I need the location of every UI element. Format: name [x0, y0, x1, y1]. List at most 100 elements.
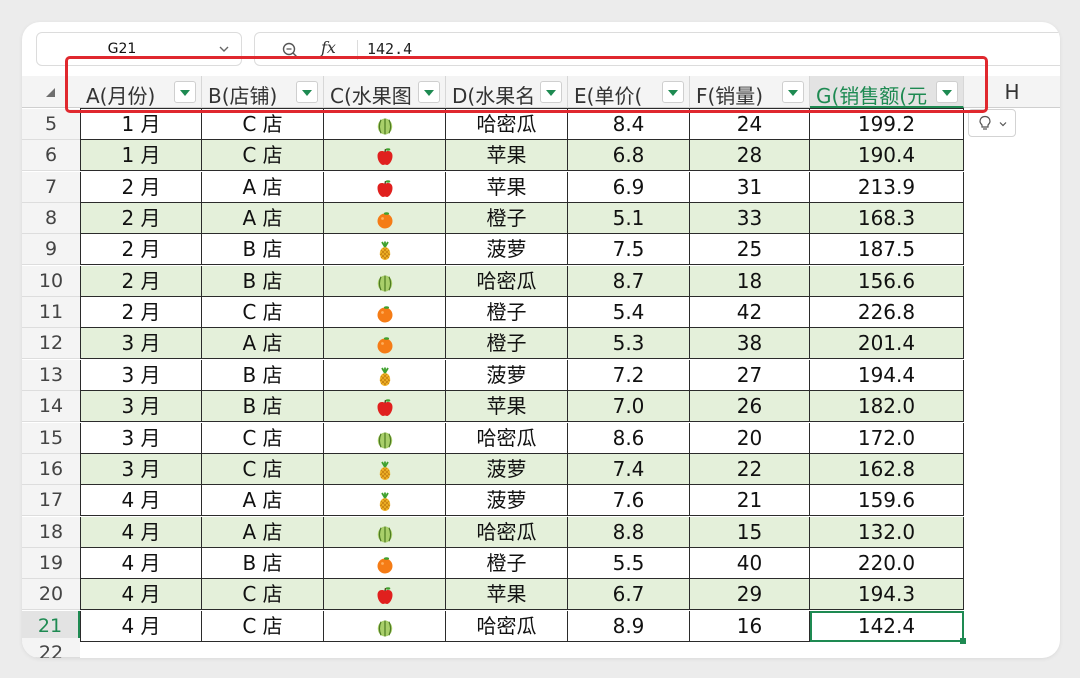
cell-fruit-name[interactable]: 菠萝 — [446, 360, 568, 391]
cell-unit-price[interactable]: 8.6 — [568, 423, 690, 454]
cell-fruit-name[interactable]: 苹果 — [446, 579, 568, 610]
cell-month[interactable]: 1 月 — [80, 140, 202, 171]
cell-sales[interactable]: 168.3 — [810, 203, 964, 234]
cell-month[interactable]: 4 月 — [80, 611, 202, 642]
chevron-down-icon[interactable] — [217, 42, 231, 56]
cell-month[interactable]: 4 月 — [80, 485, 202, 516]
row-header[interactable]: 14 — [22, 391, 80, 422]
cell-sales[interactable]: 182.0 — [810, 391, 964, 422]
cell-store[interactable]: B 店 — [202, 548, 324, 579]
cell-fruit-name[interactable]: 苹果 — [446, 172, 568, 203]
cell-fruit-name[interactable]: 哈密瓜 — [446, 266, 568, 297]
cell-unit-price[interactable]: 7.6 — [568, 485, 690, 516]
cell-store[interactable]: A 店 — [202, 172, 324, 203]
cell-fruit-name[interactable]: 橙子 — [446, 203, 568, 234]
cell-unit-price[interactable]: 7.4 — [568, 454, 690, 485]
cell-unit-price[interactable]: 6.8 — [568, 140, 690, 171]
cell-fruit-name[interactable]: 苹果 — [446, 391, 568, 422]
cell-month[interactable]: 4 月 — [80, 548, 202, 579]
column-header-g[interactable]: G(销售额(元 — [810, 76, 964, 108]
cell-sales[interactable]: 156.6 — [810, 266, 964, 297]
cell-store[interactable]: A 店 — [202, 328, 324, 359]
cell-fruit-image[interactable] — [324, 172, 446, 203]
row-header[interactable]: 6 — [22, 140, 80, 171]
cell-fruit-name[interactable]: 哈密瓜 — [446, 611, 568, 642]
cell-quantity[interactable]: 28 — [690, 140, 810, 171]
cell-month[interactable]: 2 月 — [80, 266, 202, 297]
fill-handle[interactable] — [960, 638, 966, 644]
quick-action-button[interactable] — [968, 109, 1016, 137]
cell-fruit-name[interactable]: 橙子 — [446, 548, 568, 579]
cell-month[interactable]: 3 月 — [80, 391, 202, 422]
cell-quantity[interactable]: 31 — [690, 172, 810, 203]
filter-dropdown-icon[interactable] — [662, 81, 684, 103]
cell-fruit-image[interactable] — [324, 203, 446, 234]
cell-month[interactable]: 4 月 — [80, 517, 202, 548]
filter-dropdown-icon[interactable] — [540, 81, 562, 103]
row-header[interactable]: 18 — [22, 517, 80, 548]
column-header-b[interactable]: B(店铺) — [202, 76, 324, 108]
cell-quantity[interactable]: 16 — [690, 611, 810, 642]
cell-sales[interactable]: 187.5 — [810, 234, 964, 265]
cell-store[interactable]: B 店 — [202, 360, 324, 391]
row-header[interactable]: 8 — [22, 203, 80, 234]
cell-sales[interactable]: 194.4 — [810, 360, 964, 391]
cell-month[interactable]: 2 月 — [80, 234, 202, 265]
column-header-e[interactable]: E(单价( — [568, 76, 690, 108]
cell-unit-price[interactable]: 8.7 — [568, 266, 690, 297]
cell-fruit-name[interactable]: 哈密瓜 — [446, 109, 568, 140]
cell-store[interactable]: B 店 — [202, 234, 324, 265]
column-header-a[interactable]: A(月份) — [80, 76, 202, 108]
row-header[interactable]: 22 — [22, 638, 80, 658]
cell-store[interactable]: C 店 — [202, 140, 324, 171]
cell-quantity[interactable]: 38 — [690, 328, 810, 359]
cell-sales[interactable]: 132.0 — [810, 517, 964, 548]
cell-sales[interactable]: 199.2 — [810, 109, 964, 140]
cell-fruit-image[interactable] — [324, 423, 446, 454]
row-header[interactable]: 11 — [22, 297, 80, 328]
cell-fruit-image[interactable] — [324, 266, 446, 297]
cell-unit-price[interactable]: 8.9 — [568, 611, 690, 642]
cell-fruit-image[interactable] — [324, 109, 446, 140]
filter-dropdown-icon[interactable] — [936, 81, 958, 103]
cell-month[interactable]: 2 月 — [80, 297, 202, 328]
cell-fruit-name[interactable]: 橙子 — [446, 297, 568, 328]
cell-quantity[interactable]: 18 — [690, 266, 810, 297]
cell-store[interactable]: C 店 — [202, 454, 324, 485]
cell-fruit-image[interactable] — [324, 140, 446, 171]
cell-unit-price[interactable]: 6.7 — [568, 579, 690, 610]
cell-unit-price[interactable]: 6.9 — [568, 172, 690, 203]
cell-unit-price[interactable]: 7.0 — [568, 391, 690, 422]
cell-store[interactable]: A 店 — [202, 517, 324, 548]
cell-month[interactable]: 3 月 — [80, 454, 202, 485]
filter-dropdown-icon[interactable] — [296, 81, 318, 103]
cell-store[interactable]: C 店 — [202, 109, 324, 140]
row-header[interactable]: 20 — [22, 579, 80, 610]
cell-fruit-image[interactable] — [324, 328, 446, 359]
cell-fruit-name[interactable]: 菠萝 — [446, 234, 568, 265]
cell-unit-price[interactable]: 5.3 — [568, 328, 690, 359]
cell-month[interactable]: 2 月 — [80, 172, 202, 203]
cell-sales[interactable]: 226.8 — [810, 297, 964, 328]
cell-sales[interactable]: 194.3 — [810, 579, 964, 610]
cell-fruit-image[interactable] — [324, 579, 446, 610]
select-all-corner[interactable] — [22, 76, 80, 108]
cell-sales[interactable]: 220.0 — [810, 548, 964, 579]
cell-month[interactable]: 2 月 — [80, 203, 202, 234]
cell-unit-price[interactable]: 8.4 — [568, 109, 690, 140]
cell-quantity[interactable]: 29 — [690, 579, 810, 610]
cell-fruit-name[interactable]: 哈密瓜 — [446, 423, 568, 454]
cell-quantity[interactable]: 25 — [690, 234, 810, 265]
cell-month[interactable]: 1 月 — [80, 109, 202, 140]
row-header[interactable]: 13 — [22, 360, 80, 391]
filter-dropdown-icon[interactable] — [418, 81, 440, 103]
cell-month[interactable]: 3 月 — [80, 423, 202, 454]
cell-quantity[interactable]: 22 — [690, 454, 810, 485]
row-header[interactable]: 12 — [22, 328, 80, 359]
cell-sales[interactable]: 159.6 — [810, 485, 964, 516]
cell-fruit-image[interactable] — [324, 297, 446, 328]
cell-fruit-image[interactable] — [324, 611, 446, 642]
cell-unit-price[interactable]: 5.4 — [568, 297, 690, 328]
cell-month[interactable]: 4 月 — [80, 579, 202, 610]
cell-unit-price[interactable]: 5.5 — [568, 548, 690, 579]
